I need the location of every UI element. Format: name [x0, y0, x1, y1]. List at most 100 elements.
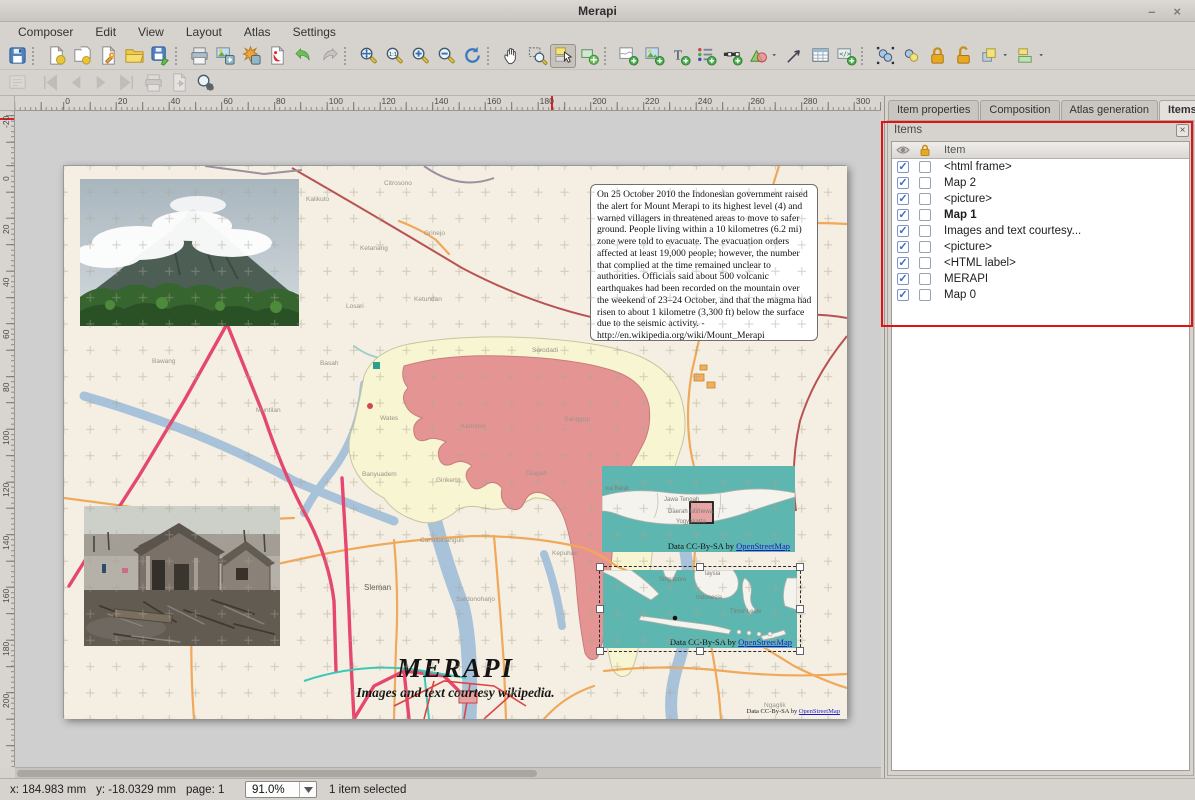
add-html-frame-button[interactable]: </> — [833, 44, 859, 68]
item-row[interactable]: ✓<html frame> — [892, 159, 1189, 175]
export-svg-button[interactable] — [238, 44, 264, 68]
save-button[interactable] — [4, 44, 30, 68]
visibility-checkbox[interactable]: ✓ — [897, 289, 909, 301]
menu-view[interactable]: View — [128, 23, 174, 41]
visibility-checkbox[interactable]: ✓ — [897, 273, 909, 285]
item-row[interactable]: ✓<HTML label> — [892, 255, 1189, 271]
lock-checkbox[interactable] — [919, 177, 931, 189]
selection-marquee[interactable] — [599, 566, 801, 652]
inset-map-java[interactable]: wa Barat Jawa Tengah Daerah Istimewa Yog… — [602, 466, 795, 552]
canvas-horizontal-scrollbar[interactable] — [15, 767, 881, 778]
pan-tool-button[interactable] — [498, 44, 524, 68]
tab-atlas-generation[interactable]: Atlas generation — [1061, 100, 1159, 120]
tab-item-properties[interactable]: Item properties — [888, 100, 979, 120]
resize-handle[interactable] — [596, 605, 604, 613]
ungroup-items-button[interactable] — [898, 44, 924, 68]
item-row[interactable]: ✓<picture> — [892, 239, 1189, 255]
openstreetmap-link[interactable]: OpenStreetMap — [736, 541, 790, 551]
visibility-checkbox[interactable]: ✓ — [897, 209, 909, 221]
composition-page[interactable]: CitrosonoKalikutoGrinejoKetanangLosariKe… — [63, 165, 846, 718]
save-as-button[interactable] — [147, 44, 173, 68]
resize-handle[interactable] — [596, 563, 604, 571]
lock-checkbox[interactable] — [919, 241, 931, 253]
add-attribute-table-button[interactable] — [807, 44, 833, 68]
visibility-checkbox[interactable]: ✓ — [897, 241, 909, 253]
add-shape-dropdown[interactable] — [771, 44, 781, 68]
new-composition-button[interactable] — [43, 44, 69, 68]
zoom-tool-button[interactable] — [524, 44, 550, 68]
add-map-button[interactable] — [615, 44, 641, 68]
article-text-frame[interactable]: On 25 October 2010 the Indonesian govern… — [590, 184, 818, 341]
visibility-checkbox[interactable]: ✓ — [897, 257, 909, 269]
next-feature-button[interactable] — [88, 71, 114, 95]
visibility-checkbox[interactable]: ✓ — [897, 161, 909, 173]
refresh-button[interactable] — [459, 44, 485, 68]
lock-checkbox[interactable] — [919, 209, 931, 221]
resize-handle[interactable] — [596, 647, 604, 655]
menu-composer[interactable]: Composer — [8, 23, 83, 41]
tab-items[interactable]: Items — [1159, 100, 1195, 120]
menu-atlas[interactable]: Atlas — [234, 23, 281, 41]
menu-layout[interactable]: Layout — [176, 23, 232, 41]
export-pdf-button[interactable] — [264, 44, 290, 68]
add-scalebar-button[interactable] — [719, 44, 745, 68]
zoom-actual-button[interactable]: 1:1 — [381, 44, 407, 68]
composition-manager-button[interactable] — [95, 44, 121, 68]
previous-feature-button[interactable] — [62, 71, 88, 95]
resize-handle[interactable] — [796, 647, 804, 655]
print-atlas-button[interactable] — [140, 71, 166, 95]
lock-checkbox[interactable] — [919, 161, 931, 173]
zoom-level-combo[interactable]: 91.0% — [245, 781, 317, 798]
add-image-button[interactable] — [641, 44, 667, 68]
destroyed-house-photo[interactable] — [84, 506, 280, 646]
align-items-button[interactable] — [1012, 44, 1038, 68]
export-atlas-button[interactable] — [166, 71, 192, 95]
item-row[interactable]: ✓<picture> — [892, 191, 1189, 207]
merapi-title-label[interactable]: MERAPI — [64, 653, 847, 684]
merapi-subtitle-label[interactable]: Images and text courtesy wikipedia. — [64, 685, 847, 701]
duplicate-composition-button[interactable] — [69, 44, 95, 68]
resize-handle[interactable] — [796, 605, 804, 613]
openstreetmap-link[interactable]: OpenStreetMap — [799, 708, 840, 715]
item-row[interactable]: ✓Map 0 — [892, 287, 1189, 303]
first-feature-button[interactable] — [36, 71, 62, 95]
move-item-content-button[interactable] — [576, 44, 602, 68]
preview-atlas-button[interactable] — [4, 71, 30, 95]
print-button[interactable] — [186, 44, 212, 68]
add-shape-button[interactable] — [745, 44, 771, 68]
zoom-full-button[interactable] — [355, 44, 381, 68]
item-row[interactable]: ✓Images and text courtesy... — [892, 223, 1189, 239]
lock-checkbox[interactable] — [919, 273, 931, 285]
lock-checkbox[interactable] — [919, 225, 931, 237]
group-items-button[interactable] — [872, 44, 898, 68]
resize-handle[interactable] — [796, 563, 804, 571]
visibility-checkbox[interactable]: ✓ — [897, 225, 909, 237]
tab-composition[interactable]: Composition — [980, 100, 1059, 120]
visibility-checkbox[interactable]: ✓ — [897, 193, 909, 205]
lock-checkbox[interactable] — [919, 257, 931, 269]
dock-close-button[interactable]: × — [1176, 124, 1189, 137]
raise-items-dropdown[interactable] — [1002, 44, 1012, 68]
item-row[interactable]: ✓Map 1 — [892, 207, 1189, 223]
align-items-dropdown[interactable] — [1038, 44, 1048, 68]
unlock-items-button[interactable] — [950, 44, 976, 68]
raise-items-button[interactable] — [976, 44, 1002, 68]
minimize-button[interactable]: – — [1148, 5, 1155, 18]
select-move-item-button[interactable] — [550, 44, 576, 68]
zoom-dropdown-arrow[interactable] — [299, 782, 316, 797]
add-arrow-button[interactable] — [781, 44, 807, 68]
lock-items-button[interactable] — [924, 44, 950, 68]
add-label-button[interactable]: T — [667, 44, 693, 68]
redo-button[interactable] — [316, 44, 342, 68]
item-row[interactable]: ✓MERAPI — [892, 271, 1189, 287]
zoom-out-button[interactable] — [433, 44, 459, 68]
visibility-checkbox[interactable]: ✓ — [897, 177, 909, 189]
open-button[interactable] — [121, 44, 147, 68]
atlas-settings-button[interactable] — [192, 71, 218, 95]
export-image-button[interactable] — [212, 44, 238, 68]
resize-handle[interactable] — [696, 563, 704, 571]
resize-handle[interactable] — [696, 647, 704, 655]
menu-settings[interactable]: Settings — [283, 23, 346, 41]
close-button[interactable]: × — [1173, 5, 1181, 18]
last-feature-button[interactable] — [114, 71, 140, 95]
